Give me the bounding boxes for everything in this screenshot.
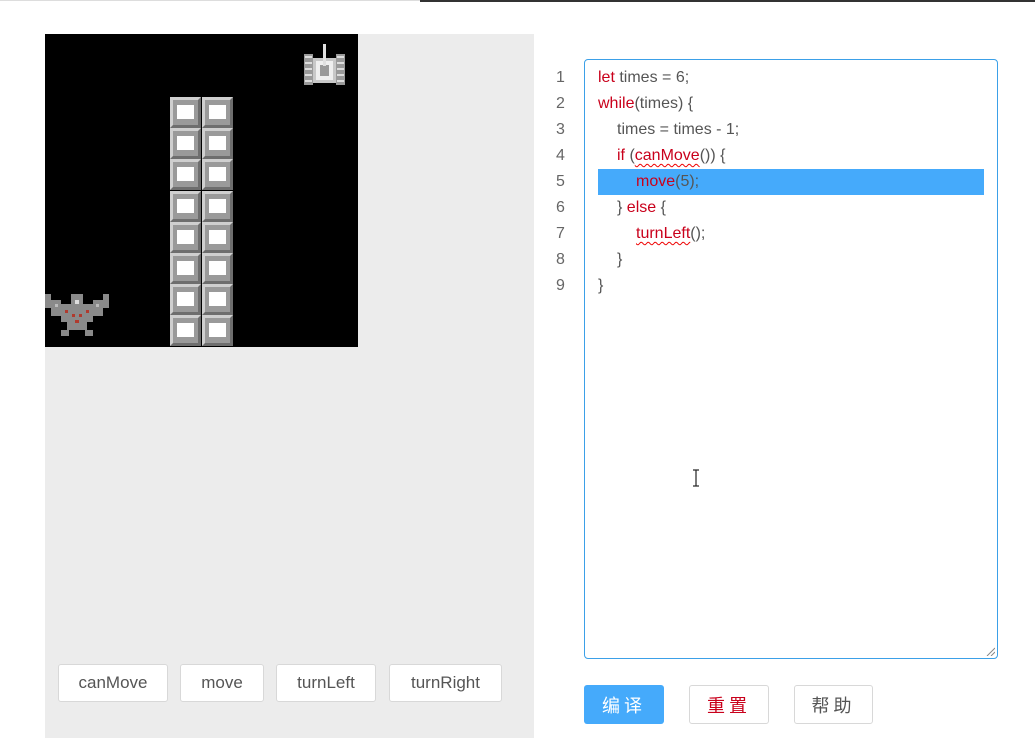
compile-button[interactable]: 编译	[584, 685, 664, 724]
brick-window	[208, 292, 226, 307]
brick-tile	[201, 315, 233, 347]
code-line[interactable]: turnLeft();	[598, 221, 984, 247]
code-text[interactable]: let times = 6; while(times) { times = ti…	[598, 65, 984, 299]
code-line[interactable]: let times = 6;	[598, 65, 984, 91]
code-text-segment: }	[617, 251, 623, 268]
move-button[interactable]: move	[180, 664, 264, 702]
code-text-segment: times = 6;	[614, 69, 690, 86]
line-number: 5	[556, 173, 565, 190]
brick-window	[177, 136, 194, 151]
brick-window	[177, 105, 194, 119]
canmove-button[interactable]: canMove	[58, 664, 168, 702]
top-divider	[0, 0, 420, 1]
keyword: if	[617, 147, 625, 164]
game-board	[45, 34, 358, 347]
code-line[interactable]: }	[598, 247, 984, 273]
brick-tile	[170, 97, 201, 128]
brick-tile	[170, 253, 201, 284]
brick-tile	[170, 221, 201, 253]
turnright-button[interactable]: turnRight	[389, 664, 502, 702]
line-number: 4	[556, 147, 565, 164]
code-text-segment: {	[656, 199, 666, 216]
brick-window	[208, 136, 226, 151]
code-text-segment: ();	[690, 225, 706, 242]
brick-tile	[170, 284, 201, 316]
function-name: move	[636, 173, 676, 190]
code-line[interactable]: while(times) {	[598, 91, 984, 117]
function-name: turnLeft	[636, 225, 691, 242]
brick-window	[208, 323, 226, 338]
code-line[interactable]: } else {	[598, 195, 984, 221]
eagle-icon	[45, 294, 109, 336]
game-panel	[45, 34, 534, 738]
brick-window	[208, 261, 226, 275]
brick-window	[208, 105, 226, 119]
code-line[interactable]: }	[598, 273, 984, 299]
code-text-segment: times = times - 1;	[617, 121, 740, 138]
top-border	[420, 0, 1035, 2]
code-text-segment: (times) {	[634, 95, 694, 112]
brick-window	[177, 229, 194, 244]
brick-wall	[170, 97, 233, 347]
keyword: while	[598, 95, 635, 112]
code-text-segment: (5);	[675, 173, 700, 190]
brick-window	[177, 292, 194, 307]
code-text-segment: }	[617, 199, 627, 216]
help-button[interactable]: 帮助	[794, 685, 873, 724]
code-text-segment: (	[625, 147, 635, 164]
brick-window	[208, 167, 226, 182]
brick-tile	[201, 284, 233, 316]
brick-window	[208, 229, 226, 244]
line-number-gutter: 1 2 3 4 5 6 7 8 9	[548, 65, 573, 299]
brick-tile	[170, 159, 201, 191]
code-text-segment: }	[598, 277, 604, 294]
turnleft-button[interactable]: turnLeft	[276, 664, 376, 702]
code-text-segment: ()) {	[699, 147, 726, 164]
resize-handle-icon[interactable]	[985, 646, 995, 656]
reset-button[interactable]: 重置	[689, 685, 769, 724]
line-number: 7	[556, 225, 565, 242]
brick-tile	[201, 97, 233, 128]
code-line[interactable]: times = times - 1;	[598, 117, 984, 143]
line-number: 1	[556, 69, 565, 86]
brick-tile	[170, 128, 201, 160]
brick-tile	[201, 221, 233, 253]
brick-window	[208, 198, 226, 213]
line-number: 8	[556, 251, 565, 268]
keyword: else	[626, 199, 657, 216]
code-line[interactable]: if (canMove()) {	[598, 143, 984, 169]
brick-tile	[201, 253, 233, 284]
keyword: let	[598, 69, 615, 86]
line-number: 9	[556, 277, 565, 294]
brick-tile	[170, 190, 201, 222]
line-number: 6	[556, 199, 565, 216]
tank-icon	[304, 44, 345, 85]
brick-tile	[170, 315, 201, 347]
brick-tile	[201, 190, 233, 222]
text-cursor-icon	[693, 469, 699, 487]
brick-tile	[201, 159, 233, 191]
function-name: canMove	[634, 147, 700, 164]
brick-tile	[201, 128, 233, 160]
code-line-highlighted[interactable]: move(5);	[598, 169, 984, 195]
line-number: 2	[556, 95, 565, 112]
brick-window	[177, 167, 194, 182]
brick-window	[177, 261, 194, 275]
brick-window	[177, 323, 194, 338]
line-number: 3	[556, 121, 565, 138]
brick-window	[177, 198, 194, 213]
